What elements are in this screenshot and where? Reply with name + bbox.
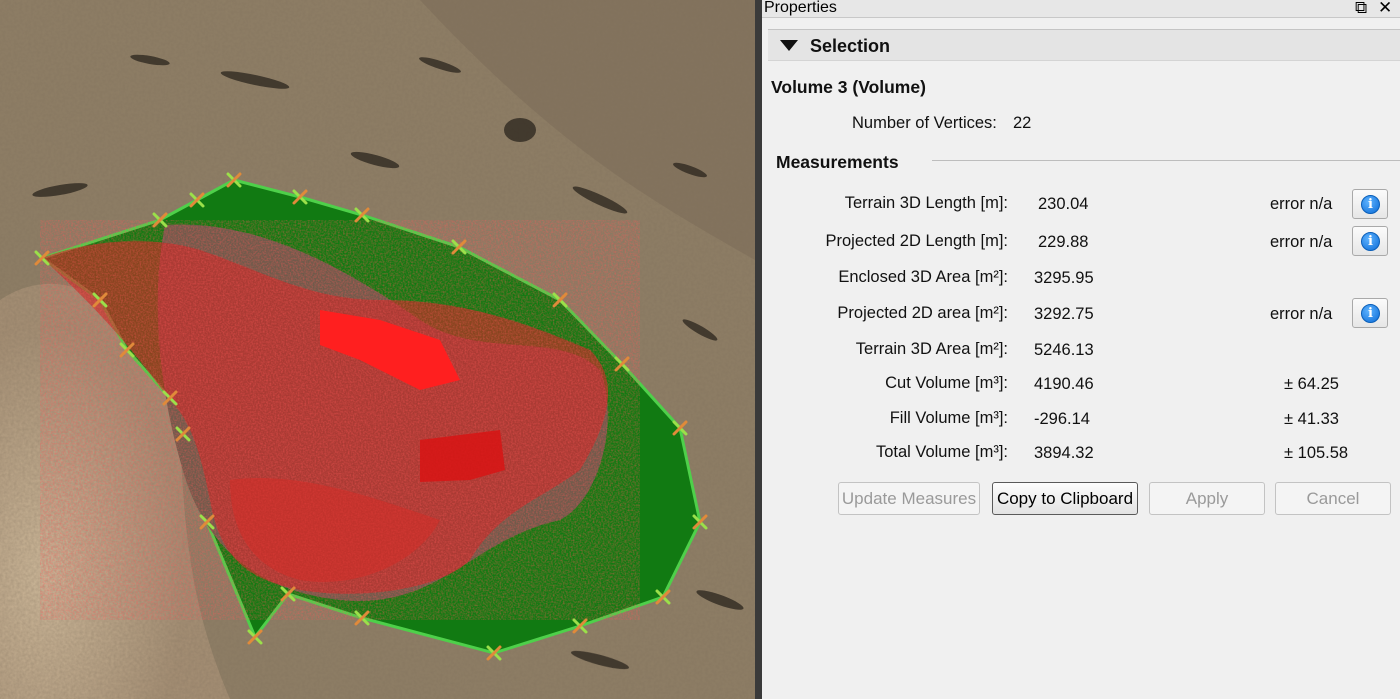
- info-icon: i: [1361, 232, 1380, 251]
- panel-title: Properties: [764, 0, 837, 16]
- close-icon[interactable]: ✕: [1378, 0, 1392, 18]
- section-label: Selection: [810, 36, 891, 56]
- measure-label: Cut Volume [m³]:: [885, 374, 1008, 392]
- panel-titlebar[interactable]: Properties ⧉ ✕: [762, 0, 1400, 18]
- selection-section-header[interactable]: Selection: [768, 29, 1400, 61]
- object-title: Volume 3 (Volume): [771, 77, 926, 97]
- terrain-render: [0, 0, 755, 699]
- update-measures-button[interactable]: Update Measures: [838, 482, 980, 515]
- measure-label: Projected 2D area [m²]:: [837, 304, 1008, 322]
- vertices-value: 22: [1013, 114, 1032, 132]
- measure-error: error n/a: [1270, 305, 1333, 323]
- measure-error: error n/a: [1270, 195, 1333, 213]
- apply-button[interactable]: Apply: [1149, 482, 1265, 515]
- info-button[interactable]: i: [1352, 298, 1388, 328]
- measure-value: 3292.75: [1034, 305, 1094, 323]
- measure-value: 4190.46: [1034, 375, 1094, 393]
- info-icon: i: [1361, 304, 1380, 323]
- measure-error: error n/a: [1270, 233, 1333, 251]
- measure-label: Projected 2D Length [m]:: [825, 232, 1008, 250]
- measure-uncertainty: ± 41.33: [1284, 410, 1339, 428]
- measure-label: Fill Volume [m³]:: [889, 409, 1008, 427]
- measure-uncertainty: ± 64.25: [1284, 375, 1339, 393]
- copy-to-clipboard-button[interactable]: Copy to Clipboard: [992, 482, 1138, 515]
- measure-label: Enclosed 3D Area [m²]:: [838, 268, 1008, 286]
- measure-label: Total Volume [m³]:: [875, 443, 1008, 461]
- measure-label: Terrain 3D Length [m]:: [844, 194, 1008, 212]
- measure-value: 5246.13: [1034, 341, 1094, 359]
- measure-label: Terrain 3D Area [m²]:: [855, 340, 1008, 358]
- measure-value: 229.88: [1038, 233, 1089, 251]
- vertices-label: Number of Vertices:: [852, 114, 997, 132]
- measurements-divider: [932, 160, 1400, 161]
- measure-uncertainty: ± 105.58: [1284, 444, 1349, 462]
- info-button[interactable]: i: [1352, 189, 1388, 219]
- restore-float-icon[interactable]: ⧉: [1355, 0, 1367, 18]
- measure-value: 3894.32: [1034, 444, 1094, 462]
- properties-panel: Properties ⧉ ✕ Selection Volume 3 (Volum…: [755, 0, 1400, 699]
- measure-value: -296.14: [1034, 410, 1090, 428]
- measurements-heading: Measurements: [776, 152, 899, 172]
- measure-value: 3295.95: [1034, 269, 1094, 287]
- collapse-triangle-icon[interactable]: [780, 40, 798, 51]
- 3d-viewport[interactable]: [0, 0, 755, 699]
- measure-value: 230.04: [1038, 195, 1089, 213]
- info-button[interactable]: i: [1352, 226, 1388, 256]
- cancel-button[interactable]: Cancel: [1275, 482, 1391, 515]
- info-icon: i: [1361, 195, 1380, 214]
